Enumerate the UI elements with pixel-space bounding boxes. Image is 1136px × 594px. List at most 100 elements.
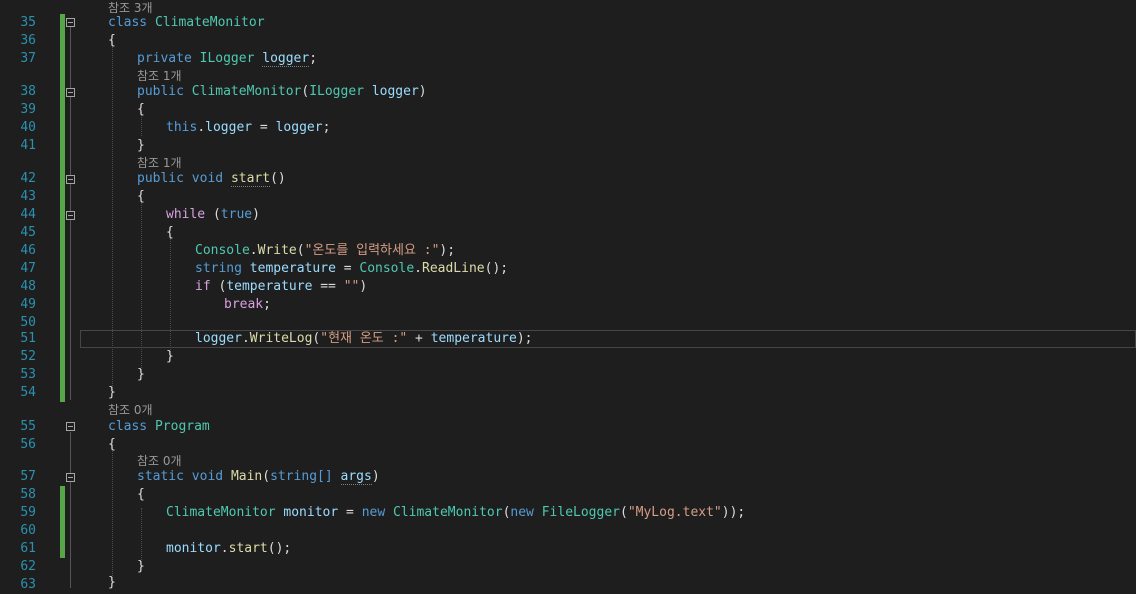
- collapse-icon[interactable]: [66, 211, 75, 220]
- collapse-icon[interactable]: [66, 473, 75, 482]
- keyword: new: [361, 505, 386, 520]
- code-line[interactable]: this.logger = logger;: [166, 119, 330, 137]
- type-name: ILogger: [309, 84, 364, 99]
- code-line[interactable]: class Program: [108, 418, 210, 436]
- line-number: 36: [20, 33, 36, 48]
- code-line[interactable]: string temperature = Console.ReadLine();: [195, 260, 508, 278]
- type-name: Program: [154, 419, 210, 434]
- brace: }: [166, 349, 174, 364]
- line-number: 54: [20, 385, 36, 400]
- code-line[interactable]: class ClimateMonitor: [108, 14, 265, 32]
- code-line[interactable]: while (true): [166, 206, 260, 224]
- identifier: temperature: [249, 261, 336, 276]
- line-number: 56: [20, 437, 36, 452]
- code-editor[interactable]: 35 36 37 38 39 40 41 42 43 44 45 46 47 48 49 50 51 52 53 54…: [0, 0, 1136, 592]
- type-name: ClimateMonitor: [166, 505, 276, 520]
- operator: =: [338, 505, 362, 520]
- code-line[interactable]: {: [108, 32, 116, 50]
- type-name: ILogger: [199, 51, 255, 66]
- code-line[interactable]: if (temperature == ""): [195, 278, 367, 296]
- code-line[interactable]: Console.Write("온도를 입력하세요 :");: [195, 242, 455, 260]
- line-number: 55: [20, 419, 36, 434]
- code-line[interactable]: {: [166, 224, 174, 242]
- code-line[interactable]: {: [108, 436, 116, 454]
- method-name: ReadLine: [422, 261, 485, 276]
- line-number: 62: [20, 559, 36, 574]
- code-line[interactable]: logger.WriteLog("현재 온도 :" + temperature)…: [195, 330, 532, 348]
- keyword: static: [137, 469, 184, 484]
- code-line[interactable]: ClimateMonitor monitor = new ClimateMoni…: [166, 504, 745, 522]
- string-literal: "온도를 입력하세요 :": [304, 243, 440, 258]
- brace: }: [137, 367, 145, 382]
- keyword: string[]: [270, 469, 333, 484]
- change-bar: [60, 14, 65, 402]
- punctuation: (: [262, 469, 271, 484]
- code-line[interactable]: monitor.start();: [166, 540, 291, 558]
- punctuation: ));: [721, 505, 746, 520]
- line-number: 46: [20, 243, 36, 258]
- code-line[interactable]: public void start(): [137, 170, 286, 188]
- keyword: string: [195, 261, 242, 276]
- line-number: 61: [20, 541, 36, 556]
- codelens-references[interactable]: 참조 0개: [137, 453, 182, 469]
- punctuation: ;: [322, 120, 331, 135]
- punctuation: .: [249, 243, 258, 258]
- code-line[interactable]: {: [137, 101, 145, 119]
- operator: =: [335, 261, 360, 276]
- codelens-references[interactable]: 참조 1개: [137, 68, 182, 84]
- line-number: 43: [20, 189, 36, 204]
- punctuation: );: [439, 243, 456, 258]
- change-bar: [60, 486, 65, 558]
- line-number: 60: [20, 523, 36, 538]
- collapse-icon[interactable]: [66, 175, 75, 184]
- code-line[interactable]: }: [137, 366, 145, 384]
- code-line[interactable]: }: [137, 137, 145, 155]
- code-line[interactable]: }: [166, 348, 174, 366]
- brace: {: [108, 437, 116, 452]
- code-line[interactable]: }: [137, 558, 145, 576]
- code-line[interactable]: static void Main(string[] args): [137, 468, 380, 486]
- punctuation: (): [484, 261, 501, 276]
- codelens-references[interactable]: 참조 0개: [108, 402, 153, 418]
- code-line[interactable]: {: [137, 188, 145, 206]
- punctuation: (: [212, 207, 221, 222]
- keyword: true: [220, 207, 253, 222]
- line-number: 45: [20, 225, 36, 240]
- operator: ==: [312, 279, 344, 294]
- method-name: WriteLog: [249, 331, 313, 346]
- brace: {: [166, 225, 174, 240]
- line-number: 51: [20, 331, 36, 346]
- collapse-icon[interactable]: [66, 422, 75, 431]
- line-number: 37: [20, 51, 36, 66]
- code-line[interactable]: break;: [224, 296, 271, 314]
- operator: =: [252, 120, 276, 135]
- brace: {: [137, 102, 145, 117]
- method-name: start: [230, 171, 271, 187]
- identifier: monitor: [283, 505, 339, 520]
- operator: +: [407, 331, 431, 346]
- punctuation: (: [620, 505, 628, 520]
- brace: }: [137, 138, 145, 153]
- codelens-references[interactable]: 참조 1개: [137, 155, 182, 171]
- method-name: Main: [230, 469, 263, 484]
- type-name: FileLogger: [541, 505, 620, 520]
- keyword: public: [137, 84, 184, 99]
- collapse-icon[interactable]: [66, 88, 75, 97]
- code-line[interactable]: public ClimateMonitor(ILogger logger): [137, 83, 427, 101]
- string-literal: "현재 온도 :": [320, 331, 408, 346]
- line-number: 52: [20, 349, 36, 364]
- keyword: new: [510, 505, 534, 520]
- line-number: 59: [20, 505, 36, 520]
- brace: }: [108, 385, 116, 400]
- line-number: 38: [20, 84, 36, 99]
- code-line[interactable]: }: [108, 574, 116, 592]
- punctuation: (): [270, 171, 286, 186]
- identifier: logger: [262, 51, 310, 67]
- code-line[interactable]: {: [137, 486, 145, 504]
- string-literal: "MyLog.text": [627, 505, 722, 520]
- code-line[interactable]: private ILogger logger;: [137, 50, 317, 68]
- brace: {: [137, 189, 145, 204]
- punctuation: .: [197, 120, 206, 135]
- collapse-icon[interactable]: [66, 18, 75, 27]
- code-line[interactable]: }: [108, 384, 116, 402]
